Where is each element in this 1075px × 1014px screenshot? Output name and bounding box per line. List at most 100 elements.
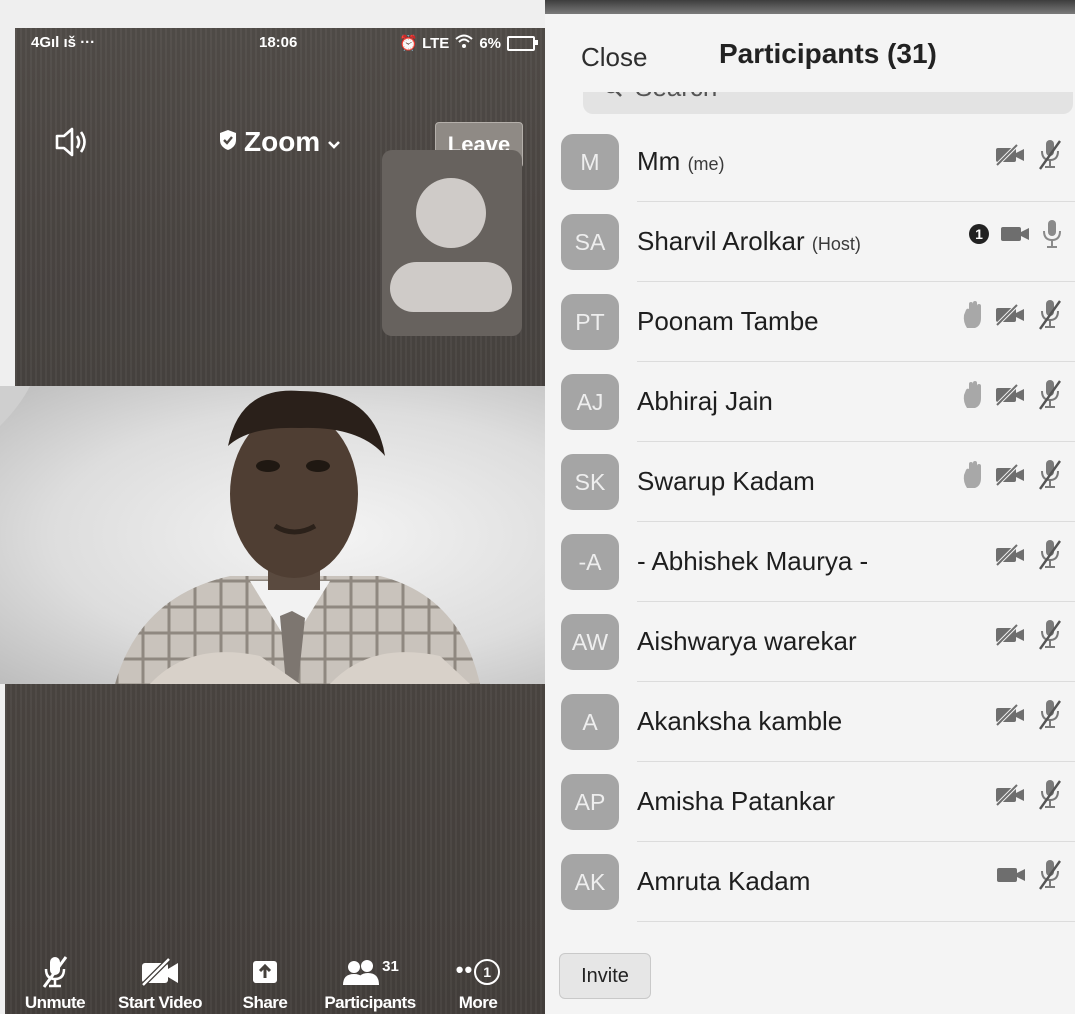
avatar: AJ (561, 374, 619, 430)
active-speaker-video (0, 386, 545, 684)
participants-count-badge: 31 (382, 957, 399, 975)
participant-name-text: - Abhishek Maurya - (637, 546, 869, 576)
participant-row[interactable]: AK Amruta Kadam (545, 842, 1075, 922)
participant-status-icons (993, 138, 1063, 172)
participant-status-icons (995, 858, 1063, 892)
avatar: SK (561, 454, 619, 510)
panel-top-edge (545, 0, 1075, 14)
participant-name: - Abhishek Maurya - (637, 546, 868, 577)
video-on-icon (999, 224, 1031, 244)
mic-icon (1041, 218, 1063, 250)
video-off-icon (993, 303, 1027, 327)
mic-muted-icon (1037, 858, 1063, 892)
status-bar: 4Gıl ıš ··· 18:06 ⏰ LTE 6% (15, 28, 545, 58)
share-label: Share (242, 993, 288, 1012)
mic-muted-icon (20, 955, 90, 989)
more-label: More (458, 993, 498, 1012)
unmute-label: Unmute (24, 993, 86, 1012)
participant-row[interactable]: SK Swarup Kadam (545, 442, 1075, 522)
avatar: AW (561, 614, 619, 670)
participant-name-text: Swarup Kadam (637, 466, 815, 496)
participant-name-text: Amisha Patankar (637, 786, 835, 816)
avatar: A (561, 694, 619, 750)
mic-muted-icon (1037, 778, 1063, 812)
avatar-placeholder-body (390, 262, 512, 312)
alarm-lte-indicator: ⏰ LTE (399, 35, 450, 52)
participant-row[interactable]: A Akanksha kamble (545, 682, 1075, 762)
participant-status-icons (993, 778, 1063, 812)
raised-hand-icon (961, 300, 983, 330)
participant-status-icons (961, 298, 1063, 332)
speaker-video-frame (0, 386, 480, 684)
participant-name-text: Amruta Kadam (637, 866, 811, 896)
participant-row[interactable]: PT Poonam Tambe (545, 282, 1075, 362)
mic-muted-icon (1037, 138, 1063, 172)
signal-indicator: 4Gıl ıš ··· (31, 34, 96, 51)
meeting-title-text: Zoom (244, 126, 321, 157)
mic-muted-icon (1037, 538, 1063, 572)
mic-muted-icon (1037, 698, 1063, 732)
participant-name: Swarup Kadam (637, 466, 815, 497)
more-badge: 1 (474, 959, 501, 985)
participant-row[interactable]: M Mm (me) (545, 122, 1075, 202)
video-off-icon (993, 143, 1027, 167)
participant-status-icons: 1 (969, 218, 1063, 250)
participant-name: Amisha Patankar (637, 786, 835, 817)
participant-name-text: Akanksha kamble (637, 706, 843, 736)
panel-title: Participants (31) (719, 38, 937, 69)
participant-row[interactable]: -A - Abhishek Maurya - (545, 522, 1075, 602)
avatar: M (561, 134, 619, 190)
battery-icon (507, 35, 538, 51)
mic-muted-icon (1037, 378, 1063, 412)
raised-hand-icon (961, 460, 983, 490)
participant-name: Aishwarya warekar (637, 626, 857, 657)
mic-muted-icon (1037, 298, 1063, 332)
participant-status-icons (993, 618, 1063, 652)
meeting-view: 4Gıl ıš ··· 18:06 ⏰ LTE 6% Zoom Leave Un… (0, 0, 545, 1014)
participant-row[interactable]: SA Sharvil Arolkar (Host) 1 (545, 202, 1075, 282)
wifi-icon (455, 34, 473, 52)
clock: 18:06 (259, 34, 298, 51)
row-divider (637, 921, 1075, 922)
video-off-icon (110, 955, 210, 989)
participant-row[interactable]: AP Amisha Patankar (545, 762, 1075, 842)
mic-muted-icon (1037, 618, 1063, 652)
share-button[interactable]: Share (232, 955, 298, 1013)
participant-row[interactable]: AW Aishwarya warekar (545, 602, 1075, 682)
participant-name: Poonam Tambe (637, 306, 819, 337)
participant-name: Mm (me) (637, 146, 725, 177)
participants-label: Participants (324, 993, 416, 1012)
avatar: AP (561, 774, 619, 830)
start-video-label: Start Video (118, 993, 202, 1012)
more-button[interactable]: •• 1 More (448, 955, 508, 1013)
participant-name: Sharvil Arolkar (Host) (637, 226, 861, 257)
meeting-title[interactable]: Zoom (218, 126, 342, 158)
close-button[interactable]: Close (581, 42, 647, 73)
chat-badge: 1 (969, 224, 989, 244)
invite-button[interactable]: Invite (559, 953, 651, 999)
participant-name-text: Poonam Tambe (637, 306, 819, 336)
video-off-icon (993, 383, 1027, 407)
video-off-icon (993, 463, 1027, 487)
avatar: PT (561, 294, 619, 350)
start-video-button[interactable]: Start Video (110, 955, 210, 1013)
raised-hand-icon (961, 380, 983, 410)
participants-button[interactable]: 31 Participants (318, 955, 422, 1013)
participant-name-text: Abhiraj Jain (637, 386, 773, 416)
participant-row[interactable]: AJ Abhiraj Jain (545, 362, 1075, 442)
video-off-icon (993, 703, 1027, 727)
participant-name-text: Sharvil Arolkar (637, 226, 805, 256)
video-off-icon (993, 623, 1027, 647)
participant-name: Abhiraj Jain (637, 386, 773, 417)
self-video-tile[interactable] (382, 150, 522, 336)
battery-level: 6% (479, 34, 501, 52)
participant-status-icons (993, 698, 1063, 732)
chevron-down-icon (326, 126, 342, 158)
participant-role: (me) (687, 154, 725, 174)
speaker-icon[interactable] (53, 124, 93, 160)
avatar: SA (561, 214, 619, 270)
share-icon (232, 955, 298, 989)
video-off-icon (993, 543, 1027, 567)
shield-icon (218, 126, 238, 158)
unmute-button[interactable]: Unmute (20, 955, 90, 1013)
